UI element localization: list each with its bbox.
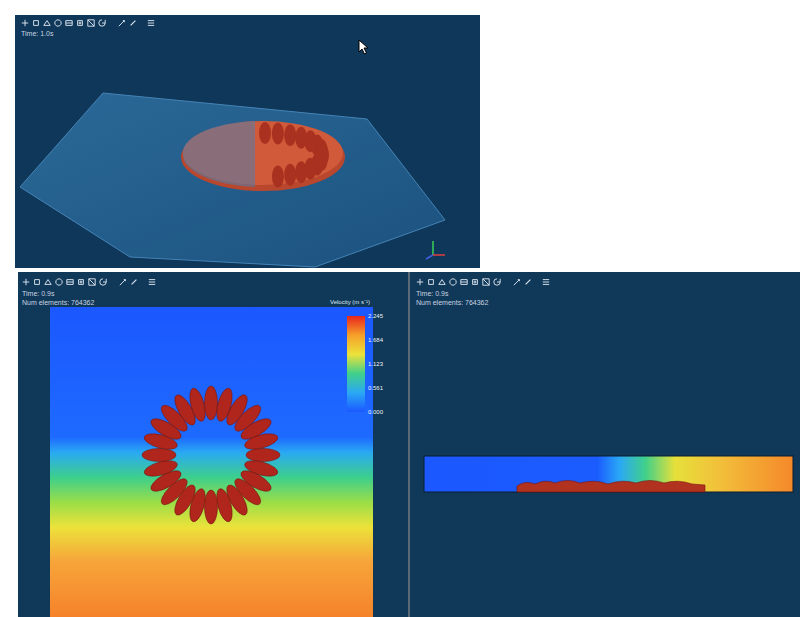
legend-tick: 1.123 xyxy=(368,360,383,368)
select-icon[interactable] xyxy=(118,19,126,27)
time-label: Time: 0.9s xyxy=(22,289,156,298)
tool-icon[interactable] xyxy=(438,278,446,286)
legend-title: Velocity (m s⁻¹) xyxy=(330,298,370,306)
tool-icon[interactable] xyxy=(88,278,96,286)
perspective-scene xyxy=(15,15,480,268)
select-icon[interactable] xyxy=(119,278,127,286)
time-label: Time: 0.9s xyxy=(416,289,550,298)
app: Time: 1.0s Velocity (m s⁻¹) 2.245 1.684 1.12… xyxy=(0,0,806,617)
legend-bar xyxy=(347,316,365,412)
menu-icon[interactable] xyxy=(147,19,155,27)
tool-icon[interactable] xyxy=(99,278,107,286)
legend-tick: 1.684 xyxy=(368,336,383,344)
viewport-toolbar xyxy=(22,278,156,286)
legend-ticks: 2.245 1.684 1.123 0.561 0.000 xyxy=(368,312,383,416)
particle-ring xyxy=(142,386,280,524)
tool-icon[interactable] xyxy=(32,19,40,27)
tool-icon[interactable] xyxy=(66,278,74,286)
pencil-icon[interactable] xyxy=(129,19,137,27)
tool-icon[interactable] xyxy=(87,19,95,27)
tool-icon[interactable] xyxy=(76,19,84,27)
viewport-toolbar xyxy=(21,19,155,27)
axes-icon xyxy=(423,237,447,261)
tool-icon[interactable] xyxy=(449,278,457,286)
legend-tick: 2.245 xyxy=(368,312,383,320)
menu-icon[interactable] xyxy=(148,278,156,286)
tool-icon[interactable] xyxy=(55,278,63,286)
tool-icon[interactable] xyxy=(98,19,106,27)
tool-icon[interactable] xyxy=(21,19,29,27)
elements-label: Num elements: 764362 xyxy=(416,298,550,307)
tool-icon[interactable] xyxy=(33,278,41,286)
time-label: Time: 1.0s xyxy=(21,29,155,38)
channel-section xyxy=(410,272,800,617)
tool-icon[interactable] xyxy=(416,278,424,286)
tool-icon[interactable] xyxy=(22,278,30,286)
tool-icon[interactable] xyxy=(54,19,62,27)
tool-icon[interactable] xyxy=(460,278,468,286)
tool-icon[interactable] xyxy=(65,19,73,27)
top-viewport[interactable]: Velocity (m s⁻¹) 2.245 1.684 1.123 0.561 0.00… xyxy=(18,272,408,617)
tool-icon[interactable] xyxy=(427,278,435,286)
tool-icon[interactable] xyxy=(43,19,51,27)
tool-icon[interactable] xyxy=(77,278,85,286)
elements-label: Num elements: 764362 xyxy=(22,298,156,307)
pencil-icon[interactable] xyxy=(524,278,532,286)
tool-icon[interactable] xyxy=(471,278,479,286)
cursor-icon xyxy=(358,39,370,55)
legend-tick: 0.000 xyxy=(368,408,383,416)
pencil-icon[interactable] xyxy=(130,278,138,286)
tool-icon[interactable] xyxy=(44,278,52,286)
tool-icon[interactable] xyxy=(493,278,501,286)
tool-icon[interactable] xyxy=(482,278,490,286)
legend-tick: 0.561 xyxy=(368,384,383,392)
side-viewport[interactable]: Time: 0.9sNum elements: 764362 xyxy=(410,272,800,617)
viewport-toolbar xyxy=(416,278,550,286)
select-icon[interactable] xyxy=(513,278,521,286)
menu-icon[interactable] xyxy=(542,278,550,286)
perspective-viewport[interactable]: Time: 1.0s xyxy=(15,15,480,268)
